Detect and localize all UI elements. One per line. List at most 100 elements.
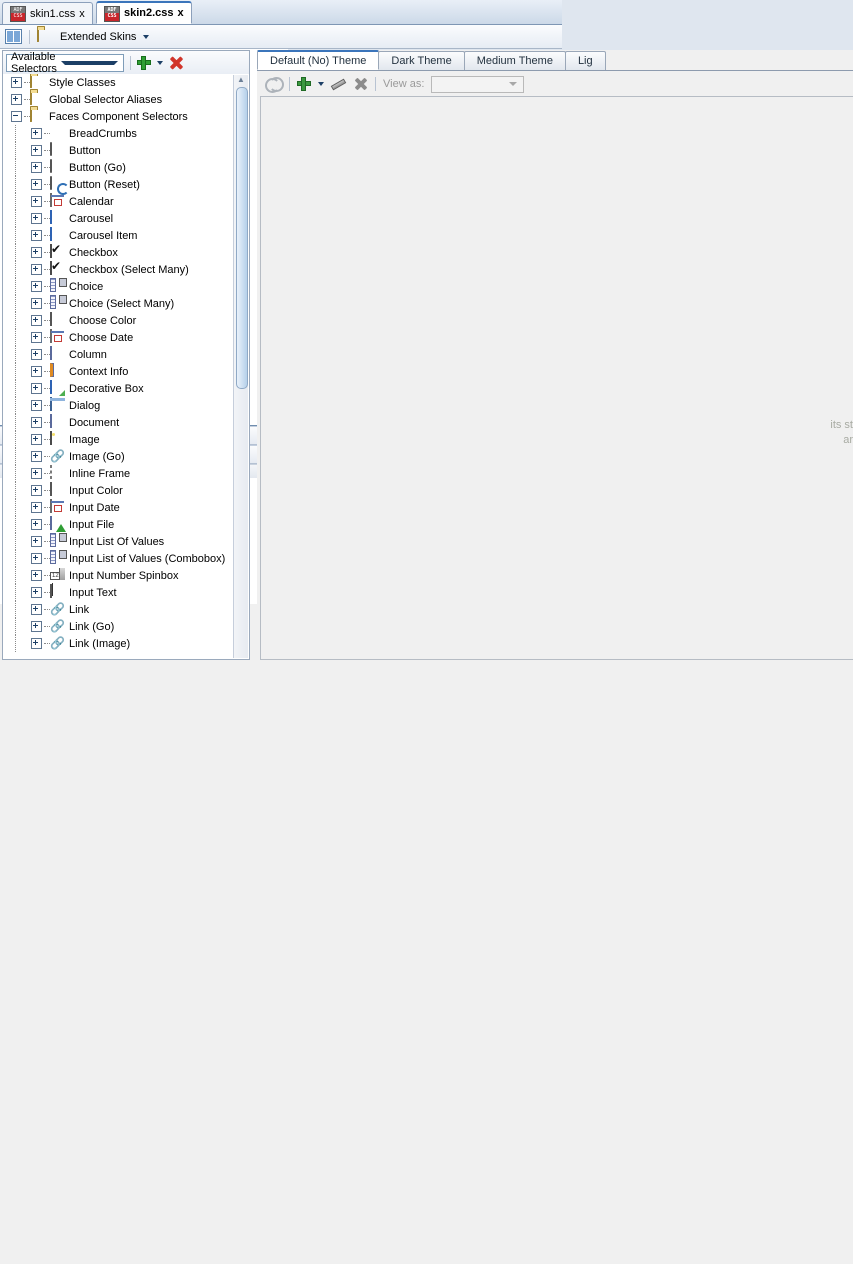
- expand-icon[interactable]: [31, 485, 42, 496]
- expand-icon[interactable]: [11, 94, 22, 105]
- theme-tab[interactable]: Lig: [565, 51, 606, 70]
- expand-icon[interactable]: [31, 196, 42, 207]
- adf-css-icon: ADFCSS: [10, 6, 26, 22]
- selector-row[interactable]: Checkbox: [3, 244, 233, 261]
- selector-row[interactable]: Inline Frame: [3, 465, 233, 482]
- split-pane-icon[interactable]: [5, 29, 22, 44]
- delete-selector-button[interactable]: [169, 55, 184, 70]
- expand-icon[interactable]: [31, 621, 42, 632]
- add-selector-caret-icon[interactable]: [157, 61, 163, 65]
- selector-row[interactable]: Button (Reset): [3, 176, 233, 193]
- expand-icon[interactable]: [31, 604, 42, 615]
- expand-icon[interactable]: [31, 230, 42, 241]
- expand-icon[interactable]: [31, 451, 42, 462]
- selector-row[interactable]: 🔗Link: [3, 601, 233, 618]
- expand-icon[interactable]: [11, 77, 22, 88]
- expand-icon[interactable]: [31, 366, 42, 377]
- selector-row[interactable]: Image: [3, 431, 233, 448]
- editor-toolbar: Extended Skins: [0, 25, 562, 49]
- selector-row[interactable]: Input Date: [3, 499, 233, 516]
- expand-icon[interactable]: [31, 553, 42, 564]
- expand-icon[interactable]: [31, 315, 42, 326]
- selector-row[interactable]: Dialog: [3, 397, 233, 414]
- selector-toolbar: Available Selectors: [3, 51, 249, 74]
- expand-icon[interactable]: [31, 145, 42, 156]
- selector-row[interactable]: Choose Date: [3, 329, 233, 346]
- selector-row[interactable]: Button (Go): [3, 159, 233, 176]
- theme-tab[interactable]: Dark Theme: [378, 51, 464, 70]
- selector-row[interactable]: 🔗Link (Go): [3, 618, 233, 635]
- add-selector-button[interactable]: [137, 56, 151, 70]
- expand-icon[interactable]: [31, 417, 42, 428]
- expand-icon[interactable]: [31, 332, 42, 343]
- close-icon[interactable]: x: [178, 7, 184, 19]
- selector-scrollbar[interactable]: ▲: [233, 75, 248, 658]
- selector-filter-select[interactable]: Available Selectors: [6, 54, 124, 72]
- expand-icon[interactable]: [31, 264, 42, 275]
- selector-row[interactable]: Choice: [3, 278, 233, 295]
- selector-row[interactable]: Faces Component Selectors: [3, 108, 233, 125]
- editor-tab-label: skin1.css: [30, 8, 75, 20]
- expand-icon[interactable]: [31, 298, 42, 309]
- selector-row[interactable]: Choice (Select Many): [3, 295, 233, 312]
- expand-icon[interactable]: [31, 383, 42, 394]
- collapse-icon[interactable]: [11, 111, 22, 122]
- selector-row[interactable]: BreadCrumbs: [3, 125, 233, 142]
- chevron-down-icon[interactable]: [143, 35, 149, 39]
- extended-skins-label[interactable]: Extended Skins: [60, 31, 136, 43]
- expand-icon[interactable]: [31, 638, 42, 649]
- expand-icon[interactable]: [31, 468, 42, 479]
- scrollbar-thumb[interactable]: [236, 87, 248, 389]
- selector-row[interactable]: 12Input Number Spinbox: [3, 567, 233, 584]
- selector-row[interactable]: 🔗Image (Go): [3, 448, 233, 465]
- selector-row[interactable]: Input List Of Values: [3, 533, 233, 550]
- expand-icon[interactable]: [31, 587, 42, 598]
- selector-row[interactable]: Column: [3, 346, 233, 363]
- selector-row[interactable]: Input Color: [3, 482, 233, 499]
- selector-row[interactable]: Input List of Values (Combobox): [3, 550, 233, 567]
- expand-icon[interactable]: [31, 570, 42, 581]
- theme-tab[interactable]: Default (No) Theme: [257, 50, 379, 70]
- selector-row[interactable]: Checkbox (Select Many): [3, 261, 233, 278]
- view-as-select[interactable]: [431, 76, 524, 93]
- selector-row[interactable]: Input Text: [3, 584, 233, 601]
- editor-tab-skin2[interactable]: ADFCSS skin2.css x: [96, 1, 192, 24]
- expand-icon[interactable]: [31, 434, 42, 445]
- chevron-down-icon[interactable]: [61, 61, 119, 65]
- expand-icon[interactable]: [31, 281, 42, 292]
- selector-row[interactable]: Carousel Item: [3, 227, 233, 244]
- selector-row[interactable]: 🔗Link (Image): [3, 635, 233, 652]
- selector-row[interactable]: Carousel: [3, 210, 233, 227]
- expand-icon[interactable]: [31, 349, 42, 360]
- expand-icon[interactable]: [31, 536, 42, 547]
- expand-icon[interactable]: [31, 502, 42, 513]
- link-icon: 🔗: [50, 602, 65, 617]
- selector-row[interactable]: Input File: [3, 516, 233, 533]
- add-icon[interactable]: [297, 77, 311, 91]
- expand-icon[interactable]: [31, 247, 42, 258]
- selector-row[interactable]: Button: [3, 142, 233, 159]
- expand-icon[interactable]: [31, 128, 42, 139]
- close-icon[interactable]: x: [79, 8, 85, 20]
- color-grid-icon: [50, 313, 65, 328]
- toolbar-separator: [289, 77, 290, 91]
- delete-icon[interactable]: [354, 77, 368, 91]
- expand-icon[interactable]: [31, 162, 42, 173]
- add-caret-icon[interactable]: [318, 82, 324, 86]
- theme-tab[interactable]: Medium Theme: [464, 51, 566, 70]
- expand-icon[interactable]: [31, 519, 42, 530]
- scroll-up-icon[interactable]: ▲: [236, 75, 246, 85]
- expand-icon[interactable]: [31, 179, 42, 190]
- selector-row[interactable]: Calendar: [3, 193, 233, 210]
- expand-icon[interactable]: [31, 213, 42, 224]
- selector-row[interactable]: Choose Color: [3, 312, 233, 329]
- selector-row[interactable]: Context Info: [3, 363, 233, 380]
- selector-row[interactable]: Decorative Box: [3, 380, 233, 397]
- editor-tab-skin1[interactable]: ADFCSS skin1.css x: [2, 2, 93, 24]
- chevron-down-icon[interactable]: [509, 82, 517, 86]
- expand-icon[interactable]: [31, 400, 42, 411]
- selector-tree[interactable]: Style ClassesGlobal Selector AliasesFace…: [3, 74, 249, 659]
- selector-row[interactable]: Document: [3, 414, 233, 431]
- edit-pencil-icon[interactable]: [331, 77, 347, 91]
- selector-label: Image: [69, 434, 100, 446]
